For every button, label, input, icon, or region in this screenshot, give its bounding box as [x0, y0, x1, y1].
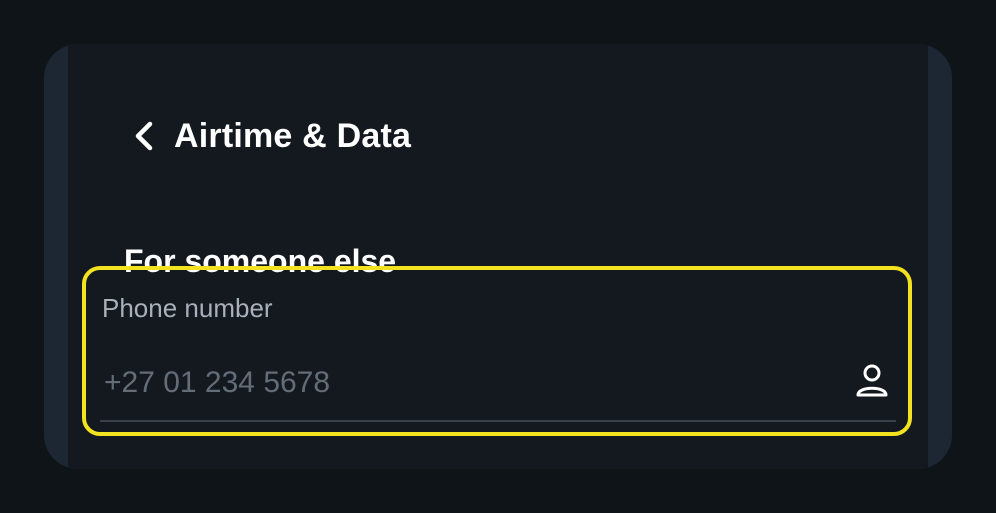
- back-button[interactable]: [130, 116, 158, 156]
- phone-number-field[interactable]: Phone number: [82, 266, 912, 436]
- page-title: Airtime & Data: [174, 117, 412, 155]
- contact-picker-button[interactable]: [852, 360, 892, 400]
- person-icon: [856, 364, 888, 397]
- chevron-left-icon: [135, 121, 153, 151]
- phone-number-input[interactable]: [100, 362, 830, 404]
- top-bar: Airtime & Data: [130, 114, 411, 158]
- phone-number-label: Phone number: [102, 293, 273, 323]
- input-underline: [100, 420, 896, 422]
